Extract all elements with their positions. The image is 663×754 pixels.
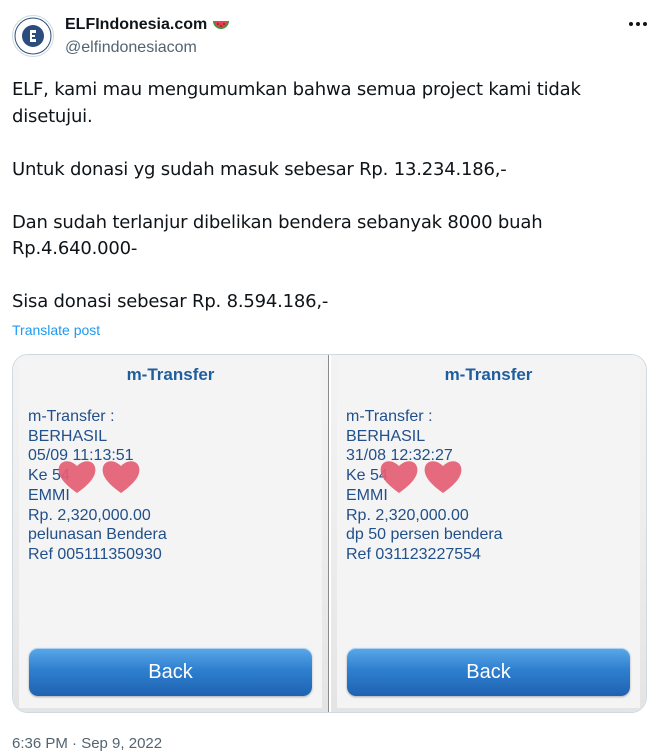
detail-line: BERHASIL [28,427,108,445]
heart-stickers-icon [58,461,140,493]
bank-screen: m-Transfer m-Transfer : BERHASIL 05/09 1… [19,359,322,708]
author-name-row: ELFIndonesia.com [65,16,230,34]
detail-line: m-Transfer : [346,408,433,425]
detail-line: Rp. 2,320,000.00 [28,506,151,524]
bank-screenshot-1[interactable]: m-Transfer m-Transfer : BERHASIL 05/09 1… [13,355,329,712]
watermelon-icon [213,21,230,29]
detail-line: BERHASIL [346,427,426,445]
elf-logo-icon [14,17,52,55]
detail-line: pelunasan Bendera [28,526,167,544]
avatar[interactable] [12,15,54,57]
detail-line: Ref 031123227554 [346,545,481,563]
detail-line: Ref 005111350930 [28,545,162,563]
post-timestamp[interactable]: 6:36 PM · Sep 9, 2022 [12,735,162,752]
more-options-icon[interactable] [624,14,652,34]
tweet-text: ELF, kami mau mengumumkan bahwa semua pr… [12,79,581,312]
back-button[interactable]: Back [347,648,630,696]
bank-screen: m-Transfer m-Transfer : BERHASIL 31/08 1… [337,359,640,708]
detail-line: dp 50 persen bendera [346,526,503,544]
bank-screen-title: m-Transfer [126,365,215,384]
media-gallery[interactable]: m-Transfer m-Transfer : BERHASIL 05/09 1… [12,354,647,713]
bank-screen-title: m-Transfer [444,365,533,384]
author-display-name[interactable]: ELFIndonesia.com [65,16,207,34]
detail-line: Rp. 2,320,000.00 [346,506,469,524]
bank-screenshot-2[interactable]: m-Transfer m-Transfer : BERHASIL 31/08 1… [331,355,646,712]
detail-line: m-Transfer : [28,408,115,425]
heart-stickers-icon [380,461,462,493]
translate-post-link[interactable]: Translate post [12,322,100,338]
author-handle[interactable]: @elfindonesiacom [65,39,197,57]
back-button[interactable]: Back [29,648,312,696]
